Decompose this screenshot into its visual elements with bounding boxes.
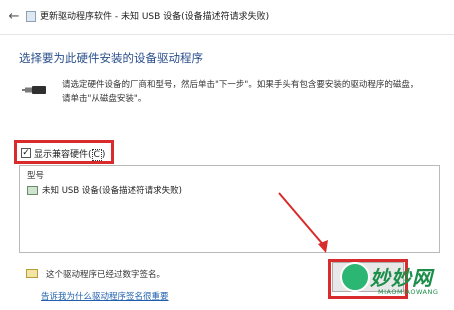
page-heading: 选择要为此硬件安装的设备驱动程序 [19, 51, 203, 65]
compat-hotkey: C [91, 148, 102, 161]
check-mark-icon: ✓ [22, 147, 30, 158]
instructions: 请选定硬件设备的厂商和型号，然后单击"下一步"。如果手头有包含要安装的驱动程序的… [62, 78, 442, 106]
model-column-header: 型号 [27, 171, 45, 181]
usb-plug-icon [22, 86, 46, 94]
title-bar: ← 更新驱动程序软件 - 未知 USB 设备(设备描述符请求失败) [0, 0, 454, 35]
compat-open-paren: ( [88, 149, 92, 160]
list-item-label: 未知 USB 设备(设备描述符请求失败) [42, 186, 182, 196]
show-compatible-hardware-label: 显示兼容硬件(C) [34, 147, 106, 161]
usb-device-icon [27, 185, 38, 195]
checkbox-box[interactable]: ✓ [21, 148, 31, 158]
watermark-title: 妙妙网 [370, 266, 433, 290]
watermark-logo: 妙妙网 MIAOMIAOWANG [340, 258, 448, 306]
model-list[interactable]: 型号 未知 USB 设备(设备描述符请求失败) [19, 165, 440, 253]
compat-label-text: 显示兼容硬件 [34, 149, 89, 160]
certificate-icon [26, 269, 38, 278]
window-title: 更新驱动程序软件 - 未知 USB 设备(设备描述符请求失败) [40, 12, 270, 22]
signature-status: 这个驱动程序已经过数字签名。 [46, 270, 166, 280]
signature-info-link[interactable]: 告诉我为什么驱动程序签名很重要 [41, 290, 169, 302]
back-arrow-icon[interactable]: ← [6, 9, 22, 25]
compat-close-paren: ) [101, 149, 106, 160]
instructions-line-2: 请单击"从磁盘安装"。 [62, 94, 147, 104]
device-manager-icon [26, 11, 36, 22]
watermark-emblem-icon [340, 262, 370, 292]
list-item[interactable]: 未知 USB 设备(设备描述符请求失败) [27, 184, 182, 196]
watermark-subtitle: MIAOMIAOWANG [378, 288, 439, 296]
show-compatible-hardware-checkbox[interactable]: ✓ 显示兼容硬件(C) [21, 145, 105, 161]
instructions-line-1: 请选定硬件设备的厂商和型号，然后单击"下一步"。如果手头有包含要安装的驱动程序的… [62, 80, 419, 90]
